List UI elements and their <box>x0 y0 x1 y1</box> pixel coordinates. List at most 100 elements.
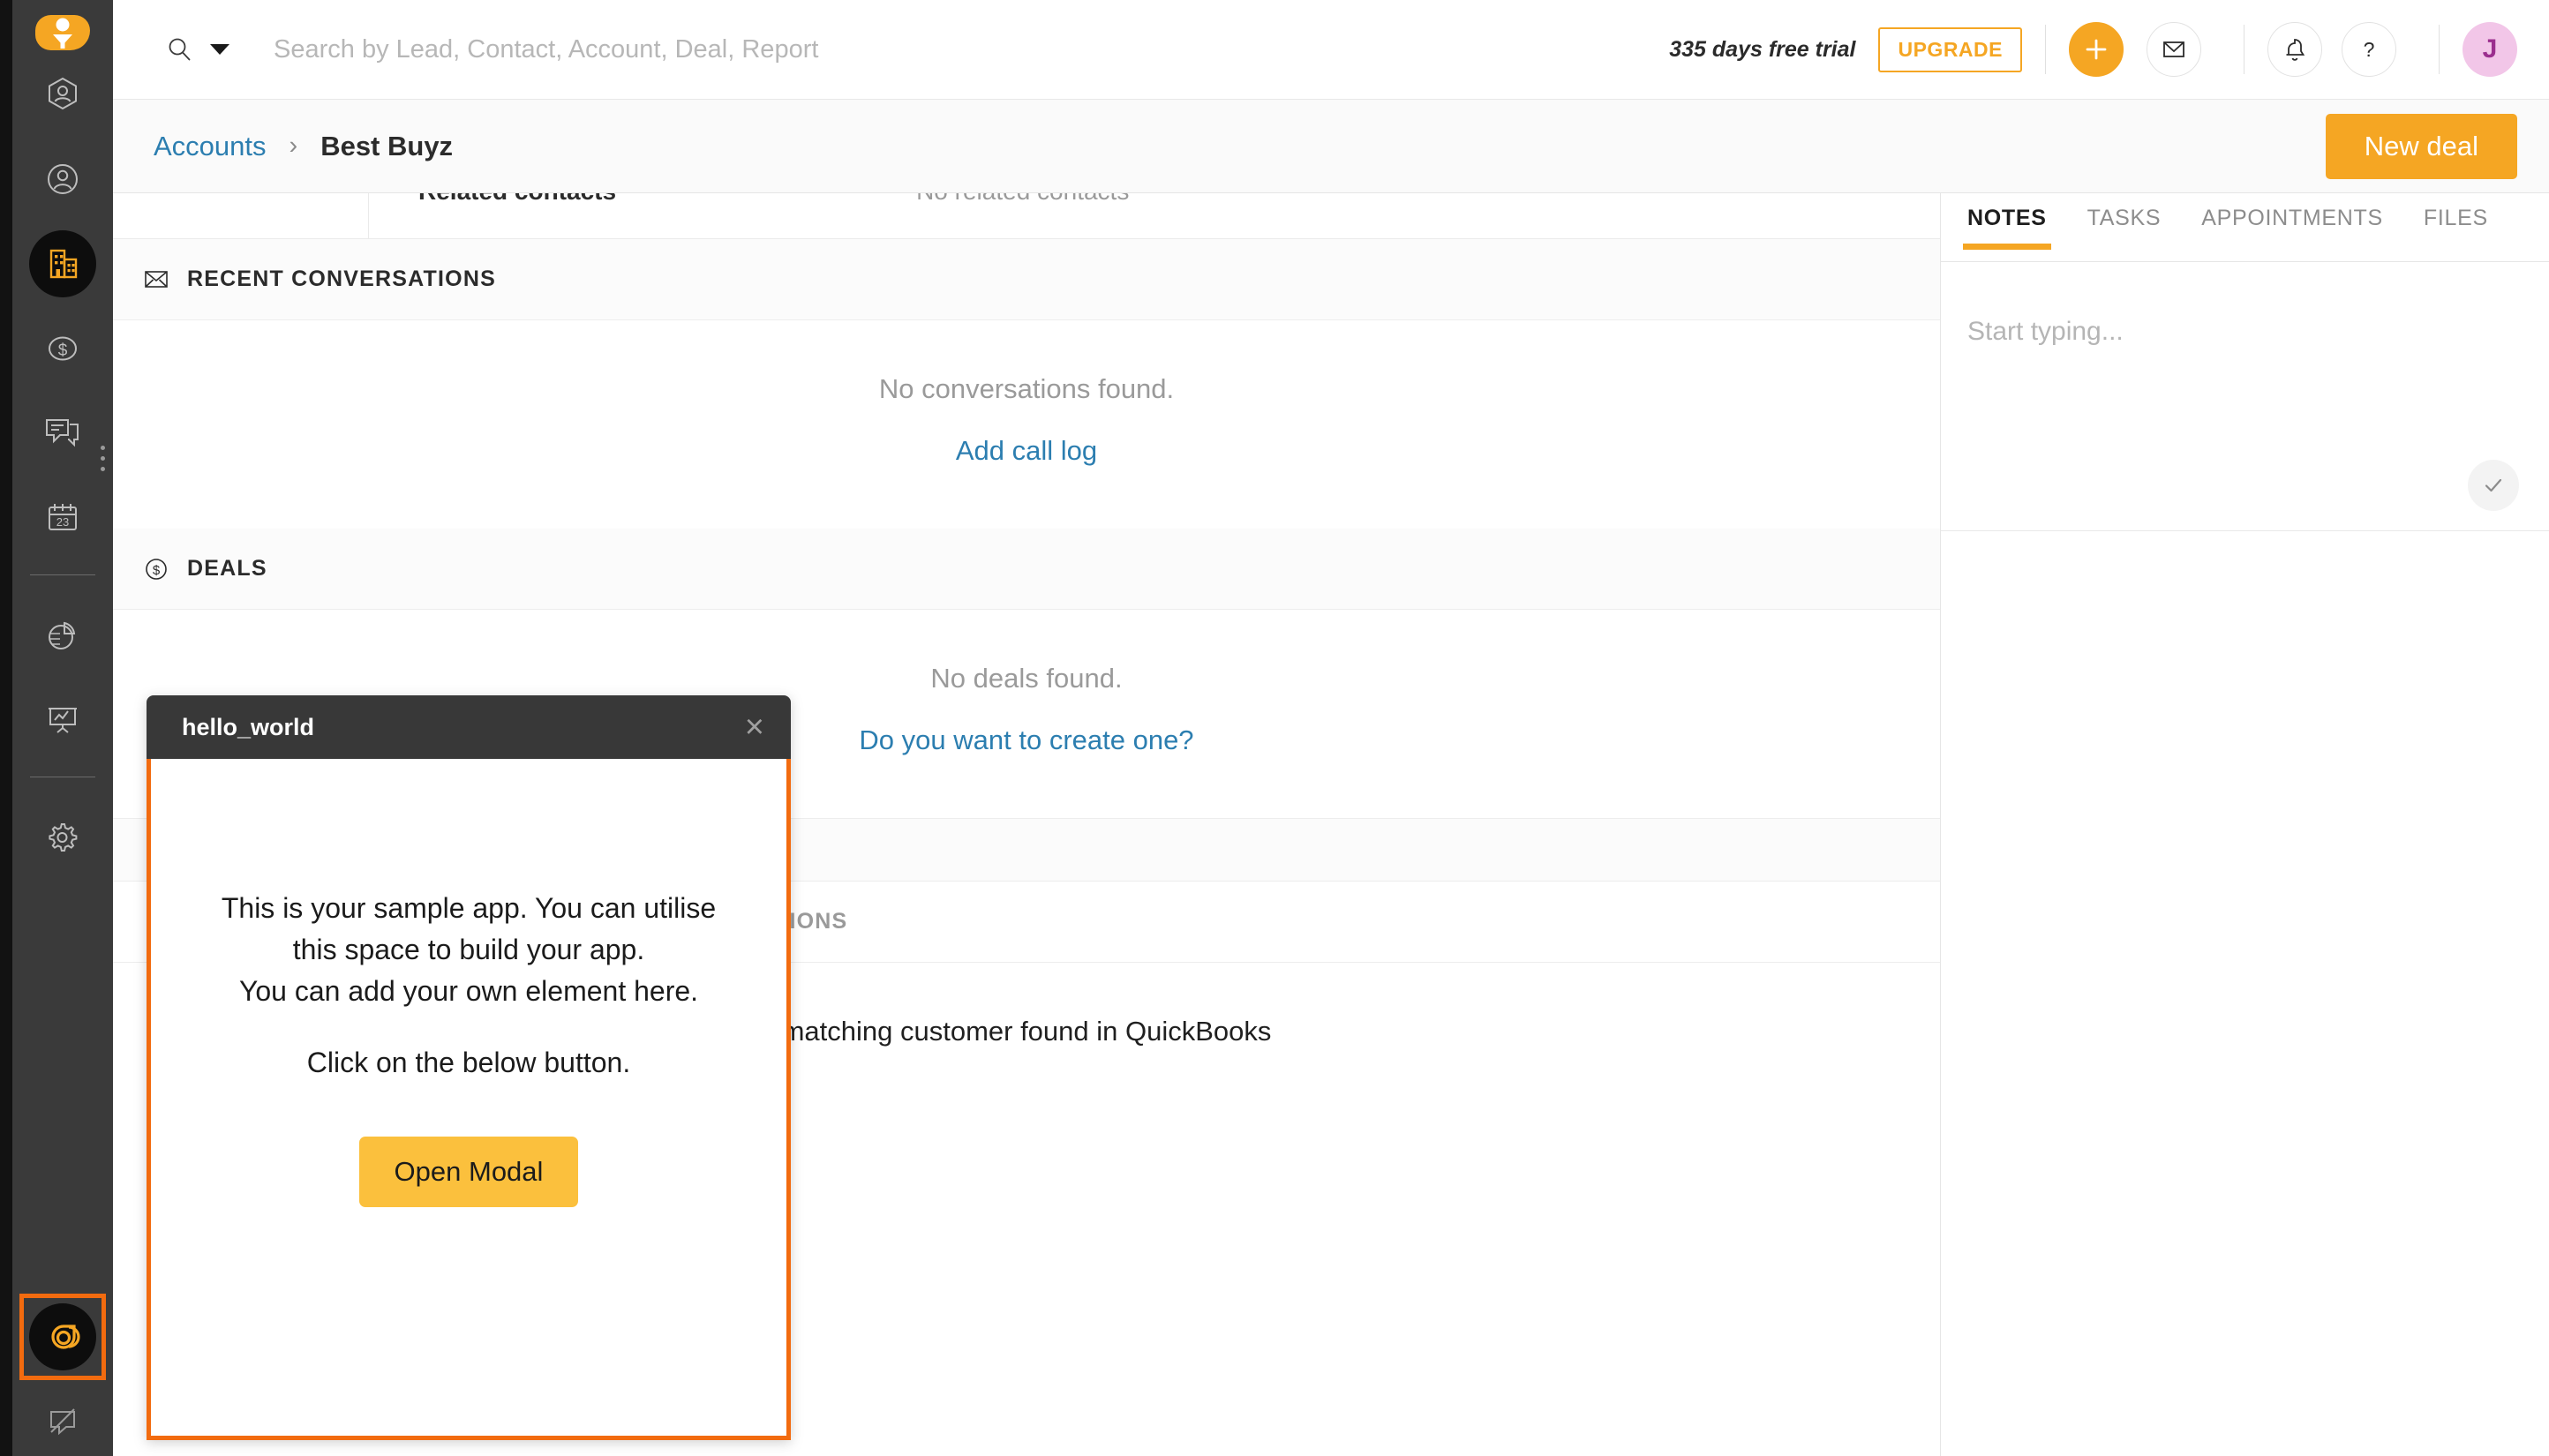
reports-pie-icon <box>49 621 76 649</box>
sidebar-overflow-dots[interactable] <box>101 446 105 471</box>
search-input[interactable] <box>274 34 1068 64</box>
open-modal-button[interactable]: Open Modal <box>358 1137 579 1208</box>
global-search <box>166 34 1068 64</box>
upgrade-button[interactable]: UPGRADE <box>1878 26 2022 72</box>
divider <box>2045 25 2046 74</box>
sidebar-item-settings[interactable] <box>22 797 103 878</box>
sidebar-item-deals-bubble: $ <box>29 315 96 382</box>
sidebar-item-sample-app-bubble <box>29 1303 96 1370</box>
question-mark-icon: ? <box>2364 38 2375 61</box>
dot <box>101 456 105 461</box>
tab-notes[interactable]: NOTES <box>1963 206 2051 250</box>
breadcrumb-separator: › <box>289 131 298 160</box>
deals-dollar-icon: $ <box>49 336 77 361</box>
related-contacts-left-cell <box>113 193 369 238</box>
sidebar-edge-strip <box>0 0 12 1456</box>
sidebar-item-contacts[interactable] <box>22 139 103 220</box>
breadcrumb-accounts-link[interactable]: Accounts <box>154 131 267 162</box>
section-header-deals: $ DEALS <box>113 529 1940 610</box>
divider <box>2439 25 2440 74</box>
svg-text:$: $ <box>153 563 161 578</box>
sidebar-nav: $ 23 <box>12 50 113 1456</box>
modal-line-1: This is your sample app. You can utilise <box>221 892 717 924</box>
close-icon[interactable]: × <box>745 710 764 744</box>
email-button[interactable] <box>2147 22 2201 77</box>
page-title: Best Buyz <box>320 130 454 161</box>
add-call-log-link[interactable]: Add call log <box>956 435 1097 467</box>
modal-spacer <box>151 1012 786 1042</box>
envelope-icon <box>143 266 169 293</box>
tab-appointments[interactable]: APPOINTMENTS <box>2201 206 2383 249</box>
sidebar-item-dashboard-bubble <box>29 687 96 754</box>
sidebar-item-leads-bubble <box>29 61 96 128</box>
lead-hexagon-icon <box>49 77 77 110</box>
app-root: $ 23 Search by Lead, Contact, Account, D… <box>0 0 2549 1456</box>
tab-tasks[interactable]: TASKS <box>2087 206 2162 249</box>
sidebar-item-deals[interactable]: $ <box>22 308 103 389</box>
sidebar-item-conversations-bubble <box>29 400 96 467</box>
top-bar-actions: 335 days free trial UPGRADE ? J <box>1669 22 2549 77</box>
modal-line-3: You can add your own element here. <box>238 975 699 1008</box>
sidebar-item-contacts-bubble <box>29 146 96 213</box>
section-header-recent-conversations: RECENT CONVERSATIONS <box>113 239 1940 320</box>
empty-message: No conversations found. <box>878 373 1175 404</box>
new-deal-button[interactable]: New deal <box>2325 113 2517 179</box>
app-logo[interactable] <box>35 15 90 50</box>
calendar-23-icon: 23 <box>49 504 77 530</box>
sidebar-item-accounts-bubble <box>29 230 96 297</box>
search-icon[interactable] <box>166 36 192 63</box>
sidebar-item-reports[interactable] <box>22 595 103 676</box>
breadcrumb-bar: Accounts › Best Buyz New deal <box>113 100 2549 193</box>
sidebar-item-settings-bubble <box>29 804 96 871</box>
bell-icon <box>2286 39 2305 61</box>
right-panel: NOTES TASKS APPOINTMENTS FILES Start typ… <box>1940 193 2549 1456</box>
right-panel-tabs: NOTES TASKS APPOINTMENTS FILES <box>1941 193 2549 262</box>
note-placeholder: Start typing... <box>1967 317 2124 346</box>
empty-message: No deals found. <box>930 663 1123 694</box>
create-deal-link[interactable]: Do you want to create one? <box>859 724 1193 756</box>
top-bar: 335 days free trial UPGRADE <box>113 0 2549 100</box>
svg-text:?: ? <box>2364 38 2375 61</box>
hello-world-modal: hello_world × This is your sample app. Y… <box>147 695 791 1440</box>
sidebar-item-dashboard[interactable] <box>22 679 103 761</box>
dashboard-presentation-icon <box>49 708 77 733</box>
dollar-circle-glyph: $ <box>146 558 167 580</box>
sidebar-item-reports-bubble <box>29 602 96 669</box>
sidebar-item-leads[interactable] <box>22 54 103 135</box>
help-button[interactable]: ? <box>2342 22 2396 77</box>
dot <box>101 467 105 471</box>
modal-description: This is your sample app. You can utilise… <box>151 888 786 1084</box>
sample-app-spiral-icon <box>51 1325 80 1349</box>
modal-body: This is your sample app. You can utilise… <box>147 759 791 1440</box>
tab-files[interactable]: FILES <box>2424 206 2488 249</box>
envelope-icon <box>2163 41 2184 57</box>
sidebar-item-accounts[interactable] <box>22 223 103 304</box>
modal-title: hello_world <box>182 713 315 740</box>
search-filter-chevron-down-icon[interactable] <box>210 44 229 55</box>
dot <box>101 446 105 450</box>
related-contacts-row: Related contacts No related contacts <box>113 193 1940 239</box>
sidebar-item-conversations[interactable] <box>22 393 103 474</box>
sidebar-item-calendar-bubble: 23 <box>29 484 96 552</box>
related-contacts-right-cell: Related contacts No related contacts <box>369 193 1940 238</box>
check-icon <box>2485 478 2502 492</box>
related-contacts-label: Related contacts <box>418 193 616 238</box>
left-sidebar: $ 23 <box>0 0 113 1456</box>
sidebar-item-feedback-bubble <box>29 1388 96 1455</box>
section-title: DEALS <box>187 556 267 581</box>
sidebar-item-sample-app[interactable] <box>19 1294 106 1380</box>
add-button[interactable] <box>2069 22 2124 77</box>
sidebar-divider-1 <box>30 574 95 575</box>
modal-header: hello_world × <box>147 695 791 759</box>
contact-person-icon <box>48 164 78 194</box>
envelope-glyph <box>145 270 168 288</box>
trial-status-text: 335 days free trial <box>1669 36 1856 62</box>
recent-conversations-empty-state: No conversations found. Add call log <box>113 320 1940 529</box>
svg-text:23: 23 <box>56 515 69 529</box>
sidebar-item-feedback[interactable] <box>22 1381 103 1456</box>
note-composer[interactable]: Start typing... <box>1941 262 2549 531</box>
note-submit-button[interactable] <box>2468 460 2519 511</box>
sidebar-item-calendar[interactable]: 23 <box>22 477 103 559</box>
notifications-button[interactable] <box>2267 22 2322 77</box>
avatar[interactable]: J <box>2463 22 2517 77</box>
